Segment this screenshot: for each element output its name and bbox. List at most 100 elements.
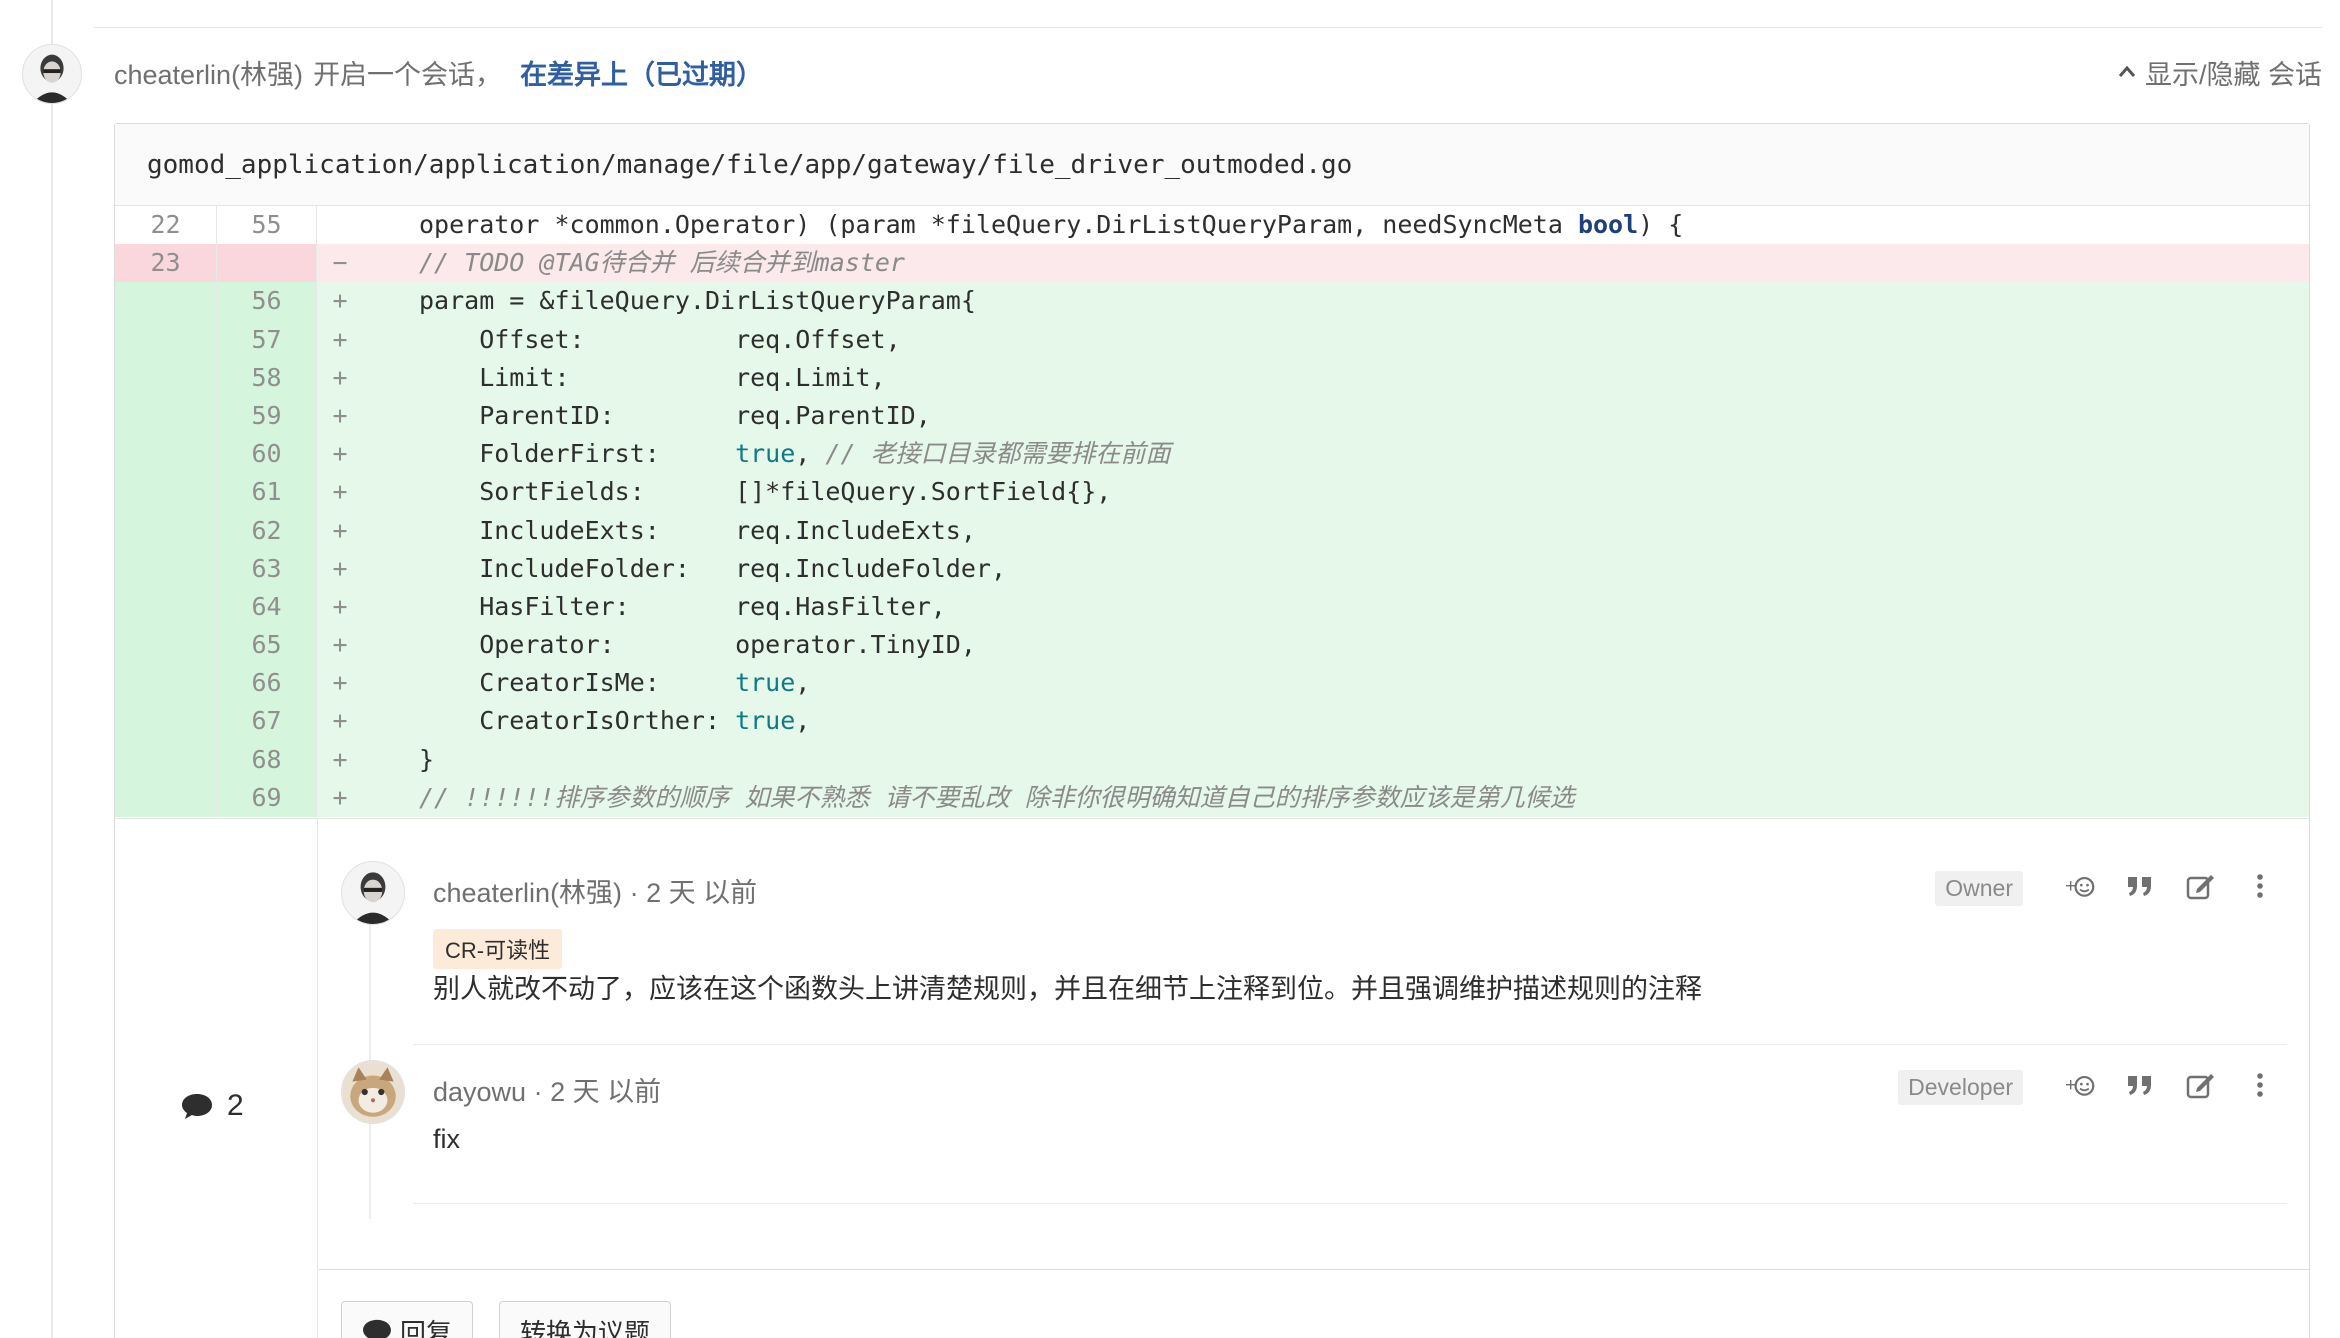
old-line-number[interactable] — [115, 626, 217, 665]
more-vertical-icon[interactable] — [2243, 1068, 2277, 1102]
new-line-number[interactable]: 69 — [217, 778, 317, 817]
edit-icon[interactable] — [2183, 1068, 2217, 1102]
diff-sign: − — [332, 248, 348, 278]
new-line-number[interactable]: 59 — [217, 396, 317, 436]
note-author-avatar[interactable] — [341, 861, 405, 925]
diff-line-added: 62 + IncludeExts: req.IncludeExts, — [115, 511, 2309, 550]
diff-line-added: 65 + Operator: operator.TinyID, — [115, 626, 2309, 665]
old-line-number[interactable]: 23 — [115, 244, 217, 283]
add-reaction-icon[interactable]: + — [2063, 1068, 2097, 1102]
new-line-number[interactable]: 65 — [217, 626, 317, 665]
old-line-number[interactable] — [115, 778, 217, 817]
code-line: IncludeFolder: req.IncludeFolder, — [419, 553, 1006, 583]
new-line-number[interactable]: 61 — [217, 473, 317, 512]
reply-label: 回复 — [400, 1317, 453, 1338]
toggle-discussion-button[interactable]: 显示/隐藏 会话 — [2117, 50, 2322, 94]
note-body: fix — [433, 1124, 460, 1154]
discussion-gutter: 2 — [115, 819, 318, 1338]
quote-icon[interactable] — [2123, 869, 2157, 903]
diff-sign: + — [332, 668, 348, 698]
diff-sign: + — [332, 477, 348, 507]
top-divider — [94, 27, 2322, 28]
new-line-number[interactable]: 55 — [217, 206, 317, 245]
note-body: 别人就改不动了，应该在这个函数头上讲清楚规则，并且在细节上注释到位。并且强调维护… — [433, 974, 1702, 1004]
new-line-number[interactable]: 57 — [217, 320, 317, 359]
diff-sign: + — [332, 515, 348, 545]
diff-line-added: 56 + param = &fileQuery.DirListQueryPara… — [115, 282, 2309, 321]
old-line-number[interactable] — [115, 549, 217, 588]
diff-line-removed: 23 − // TODO @TAG待合并 后续合并到master — [115, 244, 2309, 283]
code-line: } — [419, 744, 435, 774]
old-line-number[interactable] — [115, 282, 217, 321]
old-line-number[interactable] — [115, 358, 217, 397]
discussion-verb: 开启一个会话， — [313, 59, 503, 90]
reply-area: 回复 转换为议题 — [319, 1269, 2309, 1338]
note-actions: + — [2063, 869, 2277, 903]
note-author-avatar[interactable] — [341, 1060, 405, 1124]
new-line-number[interactable]: 56 — [217, 282, 317, 321]
new-line-number[interactable]: 67 — [217, 702, 317, 741]
more-vertical-icon[interactable] — [2243, 869, 2277, 903]
diff-sign: + — [332, 591, 348, 621]
new-line-number[interactable]: 66 — [217, 664, 317, 703]
diff-sign: + — [332, 782, 348, 812]
old-line-number[interactable] — [115, 702, 217, 741]
code-line: CreatorIsOrther: true, — [419, 706, 811, 736]
code-line: FolderFirst: true, // 老接口目录都需要排在前面 — [419, 439, 1171, 469]
old-line-number[interactable]: 22 — [115, 206, 217, 245]
diff-sign: + — [332, 630, 348, 660]
new-line-number[interactable] — [217, 244, 317, 283]
old-line-number[interactable] — [115, 473, 217, 512]
note-divider — [413, 1203, 2287, 1204]
diff-line-added: 67 + CreatorIsOrther: true, — [115, 702, 2309, 741]
diff-line: 22 55 operator *common.Operator) (param … — [115, 206, 2309, 245]
note: dayowu · 2 天 以前 Developer + fix — [319, 1044, 2309, 1204]
old-line-number[interactable] — [115, 435, 217, 474]
old-line-number[interactable] — [115, 396, 217, 436]
convert-to-issue-button[interactable]: 转换为议题 — [499, 1301, 672, 1338]
old-line-number[interactable] — [115, 740, 217, 779]
diff-link[interactable]: 在差异上（已过期） — [520, 53, 763, 92]
diff-sign: + — [332, 324, 348, 354]
note-actions: + — [2063, 1068, 2277, 1102]
old-line-number[interactable] — [115, 664, 217, 703]
add-reaction-icon[interactable]: + — [2063, 869, 2097, 903]
code-line: // !!!!!!排序参数的顺序 如果不熟悉 请不要乱改 除非你很明确知道自己的… — [419, 782, 1575, 812]
note-author[interactable]: cheaterlin(林强) — [433, 878, 622, 908]
new-line-number[interactable]: 60 — [217, 435, 317, 474]
discussion-notes: cheaterlin(林强) · 2 天 以前 Owner + CR-可读性 别… — [319, 819, 2309, 1269]
new-line-number[interactable]: 64 — [217, 587, 317, 627]
discussion-author[interactable]: cheaterlin(林强) — [114, 53, 303, 92]
note: cheaterlin(林强) · 2 天 以前 Owner + CR-可读性 别… — [319, 819, 2309, 1044]
new-line-number[interactable]: 68 — [217, 740, 317, 779]
diff-sign: + — [332, 286, 348, 316]
reply-button[interactable]: 回复 — [341, 1301, 474, 1338]
edit-icon[interactable] — [2183, 869, 2217, 903]
code-line: SortFields: []*fileQuery.SortField{}, — [419, 477, 1112, 507]
old-line-number[interactable] — [115, 320, 217, 359]
code-line: // TODO @TAG待合并 后续合并到master — [419, 248, 905, 278]
diff-sign — [317, 206, 363, 244]
comment-count[interactable]: 2 — [181, 1089, 244, 1123]
new-line-number[interactable]: 63 — [217, 549, 317, 588]
code-line: param = &fileQuery.DirListQueryParam{ — [419, 286, 976, 316]
note-time[interactable]: · 2 天 以前 — [534, 1077, 662, 1107]
diff-line-added: 68 + } — [115, 740, 2309, 779]
quote-icon[interactable] — [2123, 1068, 2157, 1102]
diff-line-added: 57 + Offset: req.Offset, — [115, 320, 2309, 359]
new-line-number[interactable]: 58 — [217, 358, 317, 397]
review-label[interactable]: CR-可读性 — [433, 929, 563, 969]
convert-label: 转换为议题 — [520, 1317, 651, 1338]
comment-count-value: 2 — [227, 1089, 244, 1122]
code-line: Limit: req.Limit, — [419, 362, 886, 392]
file-path[interactable]: gomod_application/application/manage/fil… — [115, 124, 2309, 206]
old-line-number[interactable] — [115, 511, 217, 550]
discussion-author-avatar[interactable] — [22, 44, 82, 104]
code-line: IncludeExts: req.IncludeExts, — [419, 515, 976, 545]
note-time[interactable]: · 2 天 以前 — [630, 878, 758, 908]
new-line-number[interactable]: 62 — [217, 511, 317, 550]
code-line: Operator: operator.TinyID, — [419, 630, 976, 660]
note-author[interactable]: dayowu — [433, 1077, 526, 1107]
old-line-number[interactable] — [115, 587, 217, 627]
chevron-up-icon — [2118, 65, 2136, 77]
